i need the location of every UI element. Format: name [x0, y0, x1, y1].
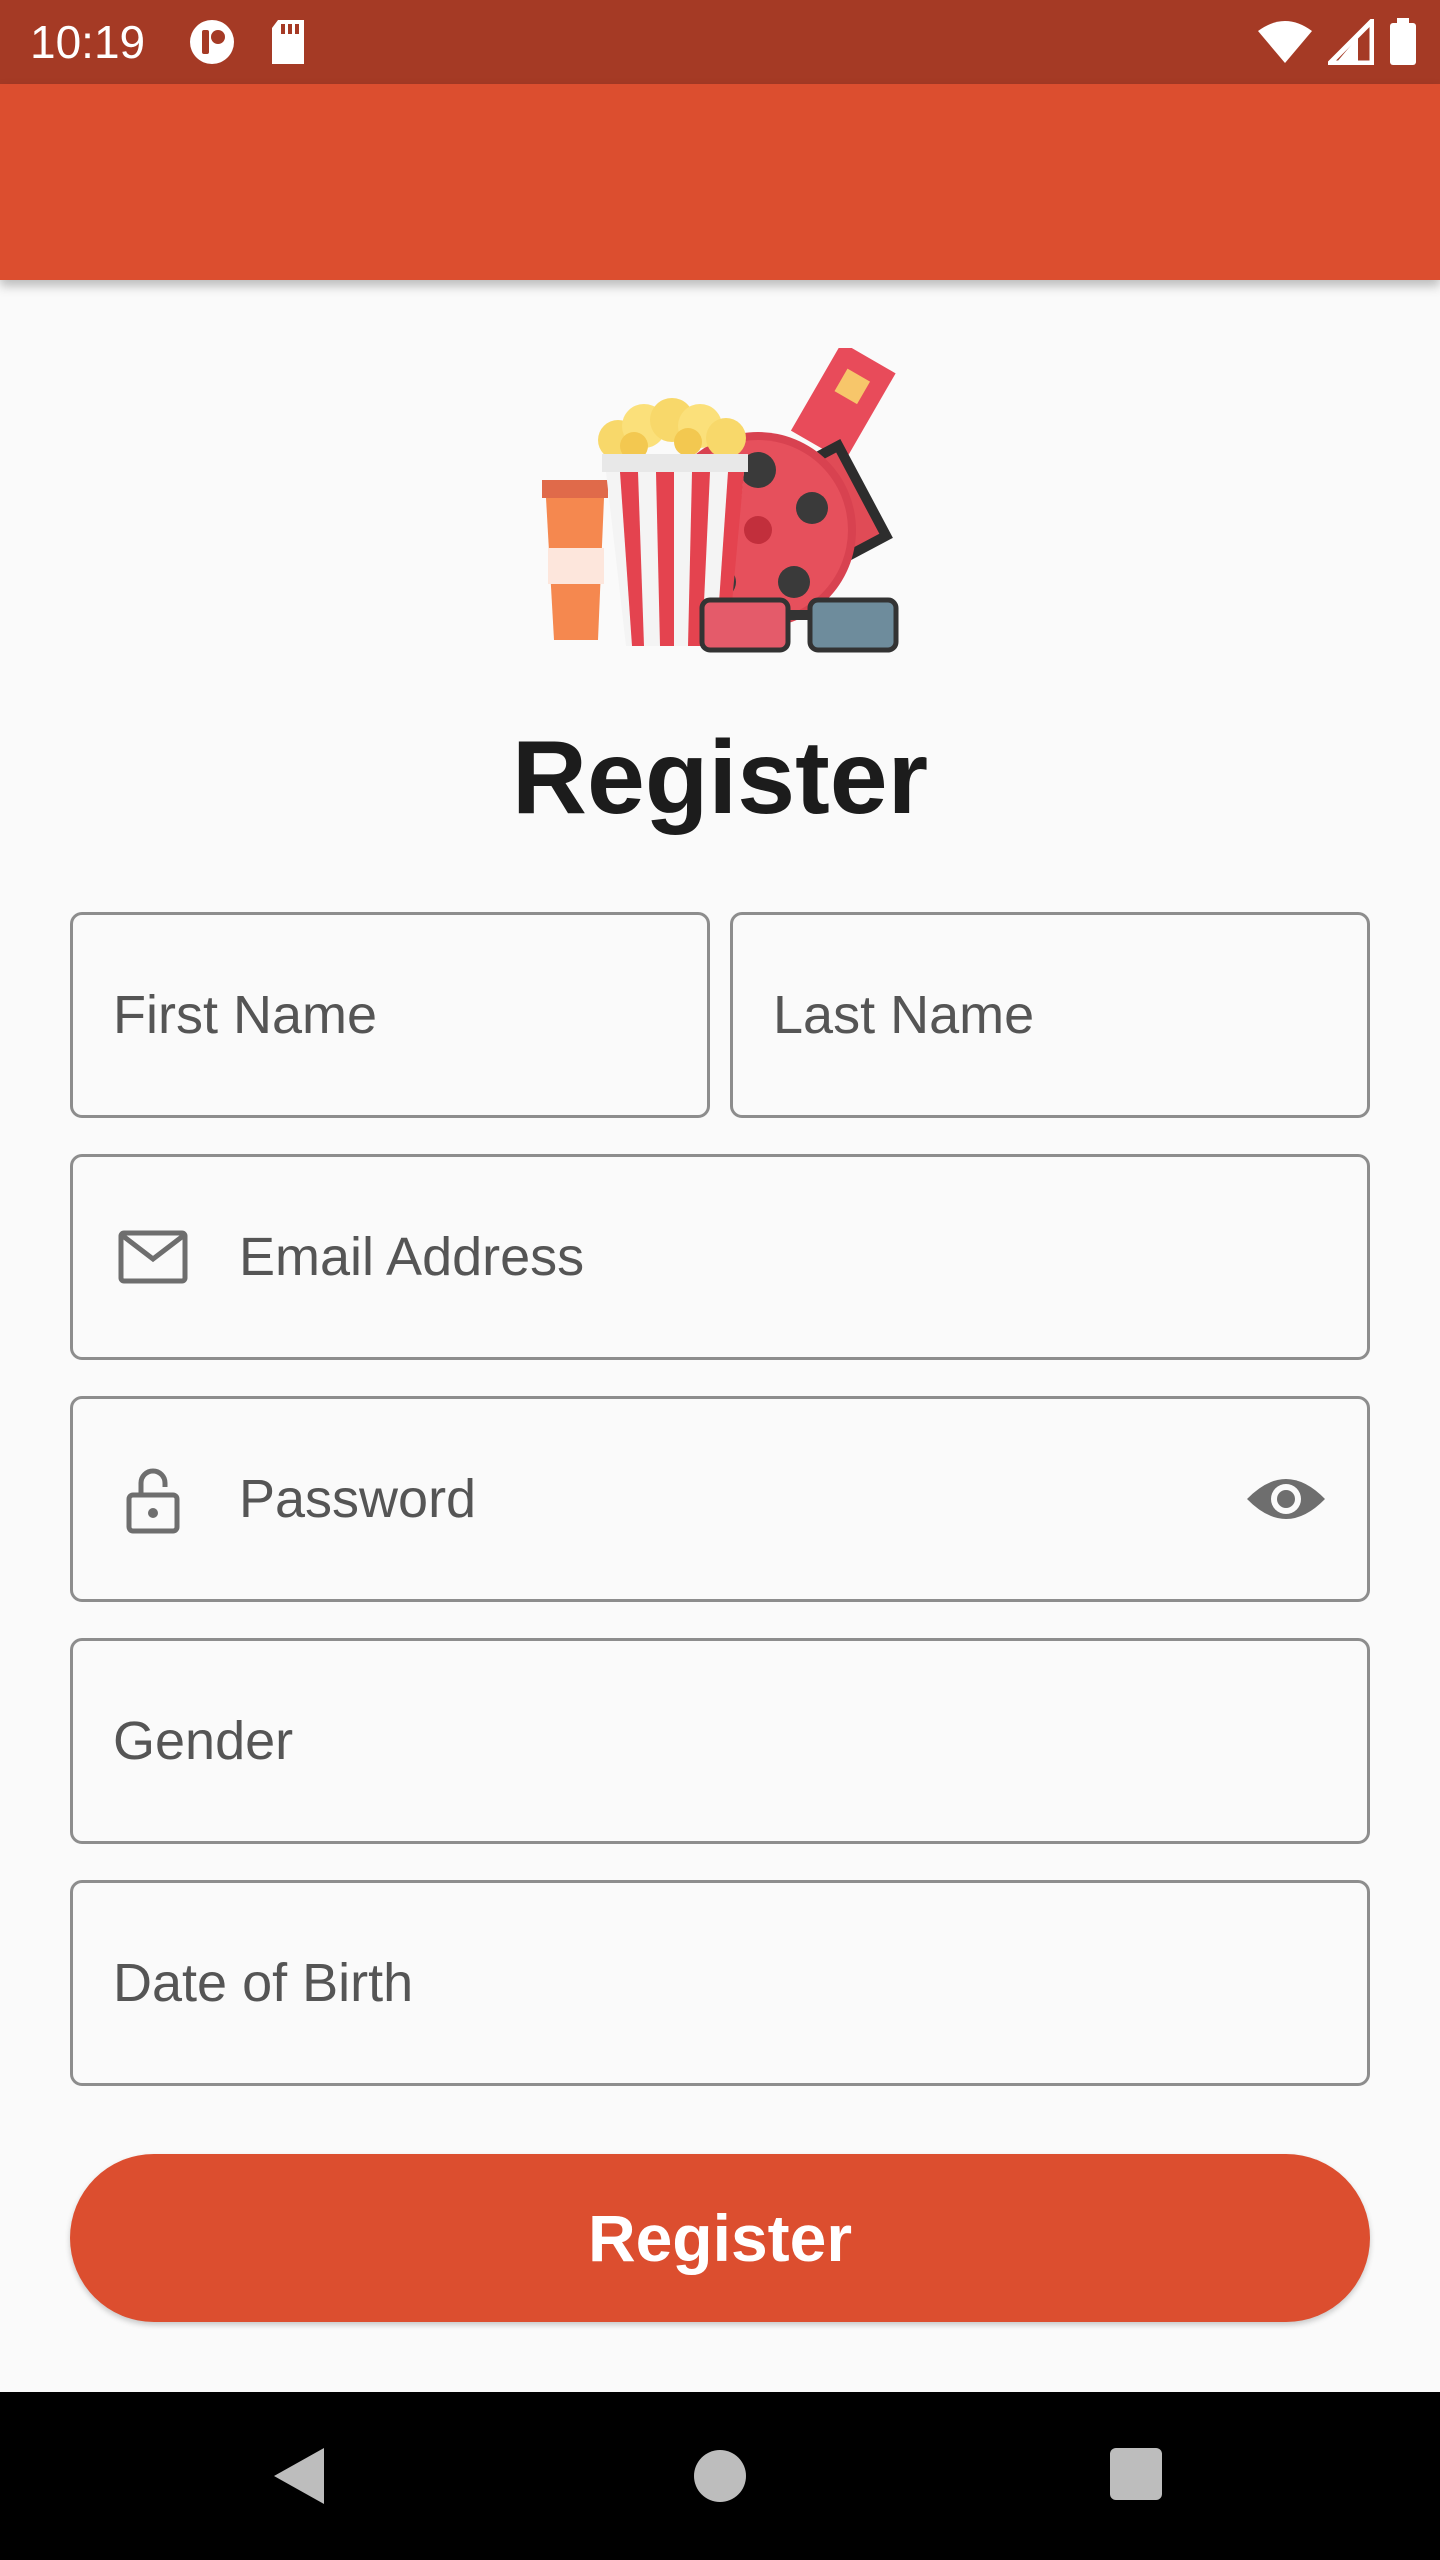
last-name-placeholder: Last Name [773, 985, 1035, 1045]
email-placeholder: Email Address [239, 1227, 585, 1287]
cellular-signal-icon [1328, 19, 1374, 65]
wifi-icon [1258, 21, 1312, 63]
gender-field[interactable]: Gender [70, 1638, 1370, 1844]
lock-open-icon [126, 1468, 180, 1534]
visibility-eye-icon[interactable] [1245, 1469, 1327, 1529]
status-right-icons [1256, 18, 1418, 66]
dob-placeholder: Date of Birth [113, 1953, 414, 2013]
page-title: Register [511, 720, 929, 836]
sd-card-icon [272, 20, 304, 64]
home-icon[interactable] [694, 2450, 746, 2502]
status-left-icons [188, 18, 308, 66]
password-field[interactable]: Password [70, 1396, 1370, 1602]
mail-icon [118, 1230, 188, 1284]
last-name-field[interactable]: Last Name [730, 912, 1370, 1118]
app-bar [0, 84, 1440, 280]
email-field[interactable]: Email Address [70, 1154, 1370, 1360]
status-bar: 10:19 [0, 0, 1440, 84]
password-placeholder: Password [239, 1469, 477, 1529]
gender-placeholder: Gender [113, 1711, 294, 1771]
recents-icon[interactable] [1110, 2448, 1162, 2500]
first-name-field[interactable]: First Name [70, 912, 710, 1118]
register-button[interactable]: Register [70, 2154, 1370, 2322]
back-icon[interactable] [270, 2446, 326, 2506]
battery-icon [1390, 18, 1416, 65]
first-name-placeholder: First Name [113, 985, 378, 1045]
cinema-popcorn-logo [542, 348, 899, 653]
date-of-birth-field[interactable]: Date of Birth [70, 1880, 1370, 2086]
app-notification-icon [190, 20, 234, 64]
status-time: 10:19 [30, 16, 146, 68]
